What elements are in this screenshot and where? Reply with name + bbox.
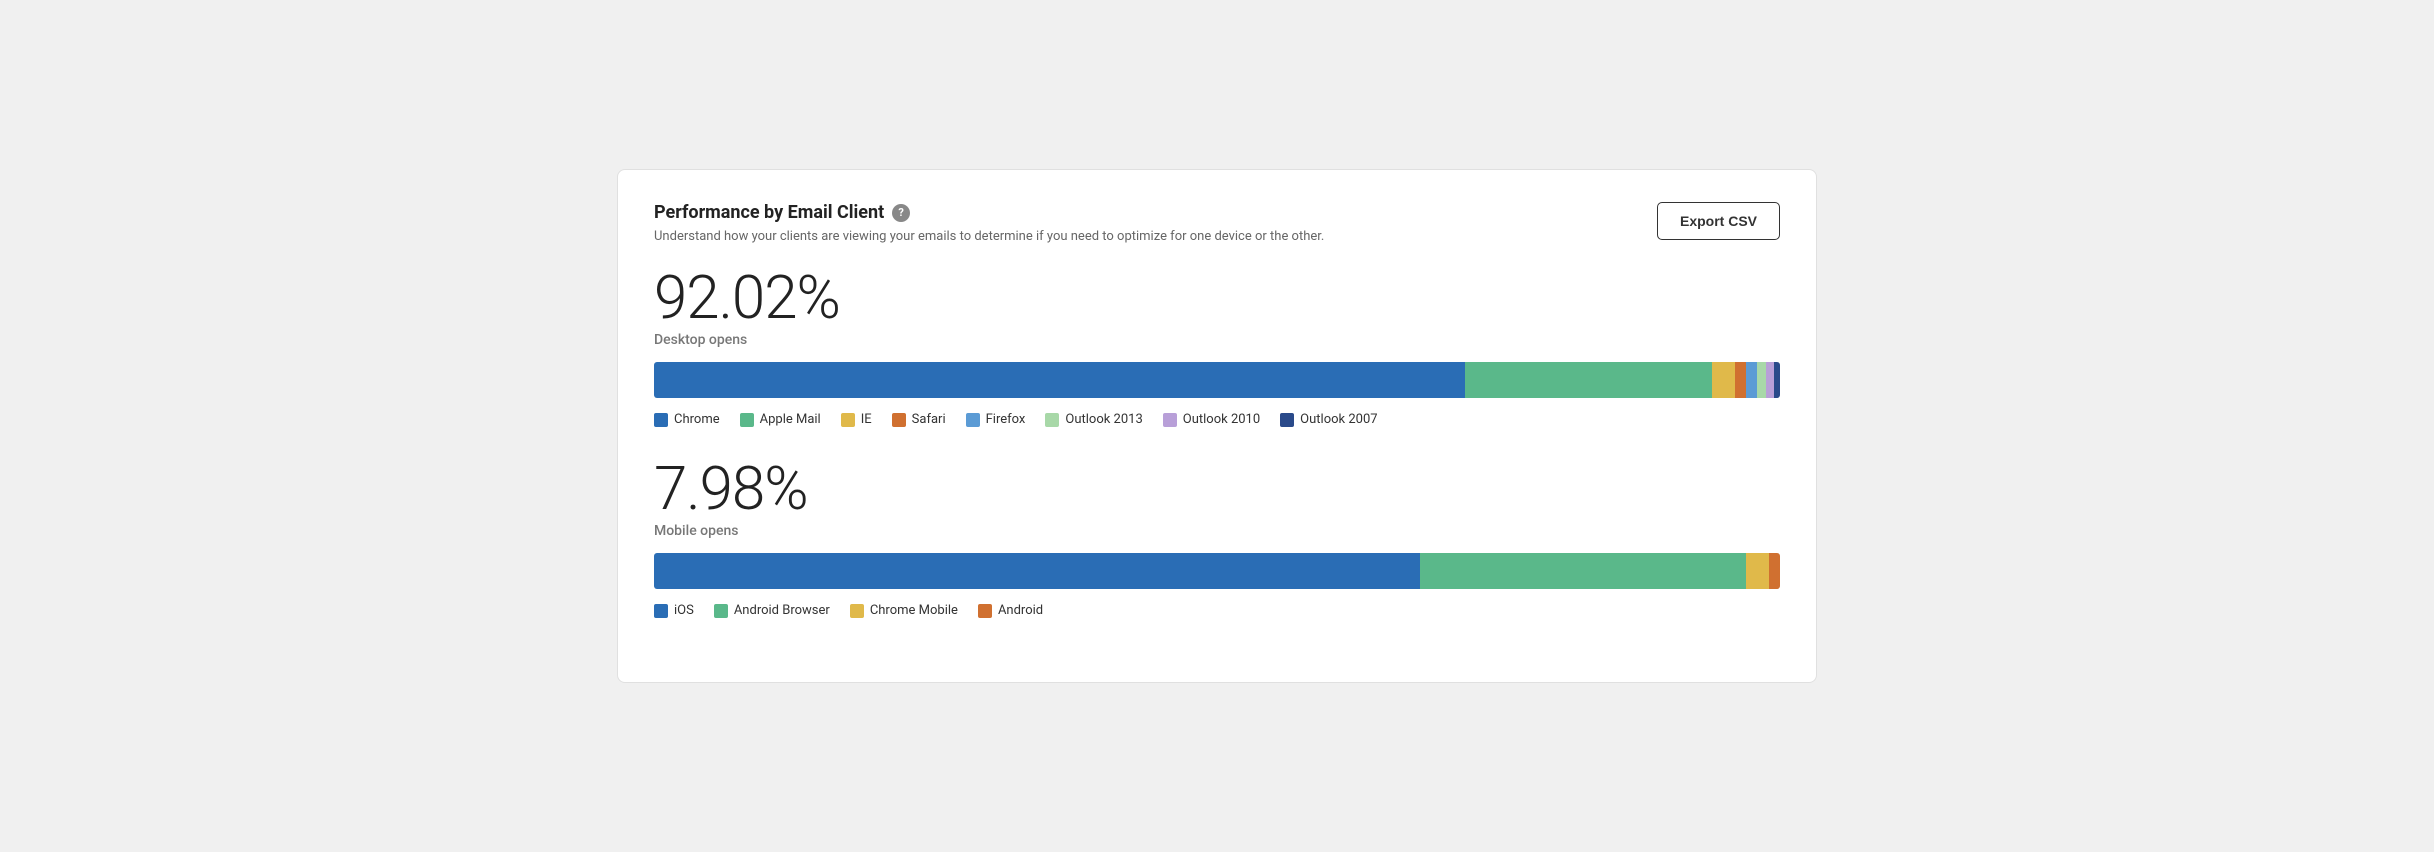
title-row: Performance by Email Client ? <box>654 202 1324 223</box>
legend-label: Outlook 2007 <box>1300 412 1377 427</box>
bar-segment <box>654 362 1465 398</box>
legend-item: Firefox <box>966 412 1026 427</box>
legend-dot <box>850 604 864 618</box>
legend-dot <box>966 413 980 427</box>
legend-item: Safari <box>892 412 946 427</box>
bar-segment <box>1465 362 1713 398</box>
legend-dot <box>1045 413 1059 427</box>
bar-segment <box>1735 362 1746 398</box>
desktop-legend: Chrome Apple Mail IE Safari Firefox Outlook 2… <box>654 412 1780 427</box>
bar-segment <box>1420 553 1747 589</box>
legend-dot <box>654 604 668 618</box>
legend-item: Chrome <box>654 412 720 427</box>
legend-dot <box>841 413 855 427</box>
bar-segment <box>654 553 1420 589</box>
desktop-label: Desktop opens <box>654 332 1780 348</box>
legend-item: IE <box>841 412 872 427</box>
bar-segment <box>1712 362 1735 398</box>
card-title: Performance by Email Client <box>654 202 884 223</box>
mobile-percentage: 7.98% <box>654 459 1780 519</box>
legend-item: Outlook 2010 <box>1163 412 1260 427</box>
bar-segment <box>1746 553 1769 589</box>
legend-item: iOS <box>654 603 694 618</box>
bar-segment <box>1757 362 1766 398</box>
legend-dot <box>714 604 728 618</box>
legend-label: Outlook 2013 <box>1065 412 1142 427</box>
legend-label: Apple Mail <box>760 412 821 427</box>
legend-dot <box>978 604 992 618</box>
legend-label: Android <box>998 603 1043 618</box>
mobile-legend: iOS Android Browser Chrome Mobile Android <box>654 603 1780 618</box>
card-header: Performance by Email Client ? Understand… <box>654 202 1780 244</box>
legend-label: Android Browser <box>734 603 830 618</box>
legend-label: Chrome Mobile <box>870 603 958 618</box>
card-subtitle: Understand how your clients are viewing … <box>654 229 1324 244</box>
mobile-label: Mobile opens <box>654 523 1780 539</box>
legend-item: Apple Mail <box>740 412 821 427</box>
legend-dot <box>1163 413 1177 427</box>
mobile-section: 7.98% Mobile opens iOS Android Browser Chr… <box>654 459 1780 618</box>
export-csv-button[interactable]: Export CSV <box>1657 202 1780 240</box>
bar-segment <box>1769 553 1780 589</box>
legend-label: Chrome <box>674 412 720 427</box>
legend-item: Outlook 2007 <box>1280 412 1377 427</box>
legend-label: Firefox <box>986 412 1026 427</box>
bar-segment <box>1774 362 1780 398</box>
legend-dot <box>1280 413 1294 427</box>
legend-item: Android Browser <box>714 603 830 618</box>
performance-card: Performance by Email Client ? Understand… <box>617 169 1817 683</box>
legend-item: Chrome Mobile <box>850 603 958 618</box>
legend-label: Outlook 2010 <box>1183 412 1260 427</box>
legend-label: IE <box>861 412 872 427</box>
legend-dot <box>654 413 668 427</box>
desktop-bar <box>654 362 1780 398</box>
legend-label: Safari <box>912 412 946 427</box>
header-left: Performance by Email Client ? Understand… <box>654 202 1324 244</box>
mobile-bar <box>654 553 1780 589</box>
help-icon[interactable]: ? <box>892 204 910 222</box>
desktop-section: 92.02% Desktop opens Chrome Apple Mail IE S… <box>654 268 1780 427</box>
bar-segment <box>1766 362 1774 398</box>
legend-label: iOS <box>674 603 694 618</box>
desktop-percentage: 92.02% <box>654 268 1780 328</box>
bar-segment <box>1746 362 1757 398</box>
legend-dot <box>740 413 754 427</box>
legend-item: Android <box>978 603 1043 618</box>
legend-item: Outlook 2013 <box>1045 412 1142 427</box>
legend-dot <box>892 413 906 427</box>
